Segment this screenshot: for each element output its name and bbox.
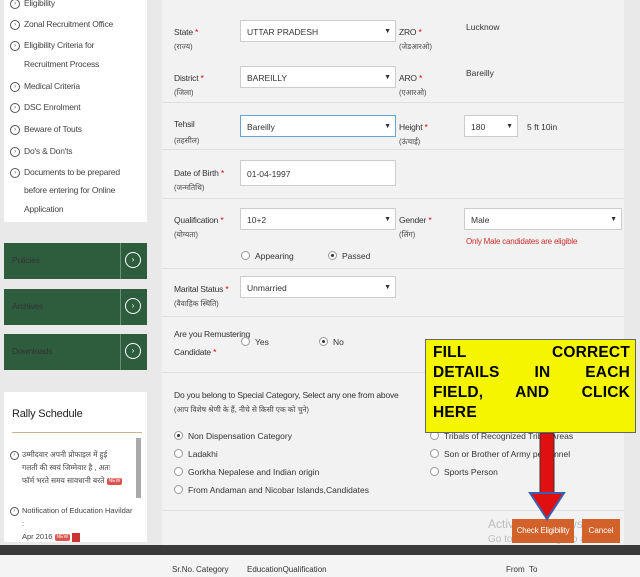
cancel-button[interactable]: Cancel bbox=[582, 519, 620, 543]
qualification-select[interactable]: 10+2 ▼ bbox=[240, 208, 396, 230]
height-select[interactable]: 180 ▼ bbox=[464, 115, 518, 137]
district-select[interactable]: BAREILLY ▼ bbox=[240, 66, 396, 88]
caret-down-icon: ▼ bbox=[506, 123, 513, 130]
radio-sports-person[interactable]: Sports Person bbox=[430, 467, 498, 477]
divider bbox=[120, 289, 121, 325]
column-header-education: EducationQualification bbox=[247, 565, 327, 574]
column-header-srno: Sr.No. bbox=[172, 565, 195, 574]
radio-remustering-no[interactable]: No bbox=[319, 337, 344, 347]
chevron-right-icon: › bbox=[10, 451, 19, 460]
column-header-category: Category bbox=[196, 565, 229, 574]
caret-down-icon: ▼ bbox=[384, 123, 391, 130]
rally-schedule-panel: Rally Schedule › उम्मीदवार अपनी प्रोफाइल… bbox=[4, 392, 147, 542]
chevron-right-icon: › bbox=[125, 298, 141, 314]
divider bbox=[120, 243, 121, 279]
divider bbox=[12, 432, 142, 433]
state-select[interactable]: UTTAR PRADESH ▼ bbox=[240, 20, 396, 42]
tehsil-label: Tehsil bbox=[174, 119, 195, 129]
column-header-to: To bbox=[529, 565, 538, 574]
marital-label: Marital Status * bbox=[174, 284, 229, 294]
sidebar-menu: › Eligibility › Zonal Recruitment Office ›… bbox=[4, 0, 147, 222]
state-label: State * bbox=[174, 27, 199, 37]
chevron-right-icon: › bbox=[10, 41, 20, 51]
chevron-right-icon: › bbox=[10, 103, 20, 113]
district-label: District * bbox=[174, 73, 204, 83]
sidebar: › Eligibility › Zonal Recruitment Office ›… bbox=[0, 0, 152, 545]
downloads-button[interactable]: Downloads › bbox=[4, 334, 147, 370]
aro-label: ARO * bbox=[399, 73, 423, 83]
chevron-right-icon: › bbox=[125, 252, 141, 268]
chevron-right-icon: › bbox=[125, 343, 141, 359]
chevron-right-icon: › bbox=[10, 125, 20, 135]
radio-ladakhi[interactable]: Ladakhi bbox=[174, 449, 218, 459]
new-badge: NEW bbox=[54, 533, 71, 541]
height-label-hindi: (ऊंचाई) bbox=[399, 137, 421, 146]
archives-button[interactable]: Archives › bbox=[4, 289, 147, 325]
radio-passed[interactable]: Passed bbox=[328, 251, 370, 261]
zro-label: ZRO * bbox=[399, 27, 422, 37]
divider bbox=[0, 545, 640, 555]
height-label: Height * bbox=[399, 122, 428, 132]
marital-label-hindi: (वैवाहिक स्थिति) bbox=[174, 299, 219, 308]
aro-label-hindi: (एआरओ) bbox=[399, 88, 427, 97]
divider bbox=[162, 102, 624, 103]
gender-label-hindi: (लिंग) bbox=[399, 230, 416, 239]
pdf-icon bbox=[72, 532, 81, 542]
dob-label: Date of Birth * bbox=[174, 168, 224, 178]
zro-label-hindi: (जेडआरओ) bbox=[399, 42, 432, 51]
new-badge: NEW bbox=[106, 477, 123, 485]
district-label-hindi: (जिला) bbox=[174, 88, 194, 97]
chevron-right-icon: › bbox=[10, 507, 19, 516]
caret-down-icon: ▼ bbox=[384, 216, 391, 223]
gender-hint: Only Male candidates are eligible bbox=[466, 237, 578, 246]
caret-down-icon: ▼ bbox=[610, 216, 617, 223]
column-header-from: From bbox=[506, 565, 525, 574]
chevron-right-icon: › bbox=[10, 168, 20, 178]
divider bbox=[162, 316, 624, 317]
divider bbox=[120, 334, 121, 370]
check-eligibility-button[interactable]: Check Eligibility bbox=[512, 519, 574, 543]
zro-value: Lucknow bbox=[466, 22, 500, 32]
caret-down-icon: ▼ bbox=[384, 74, 391, 81]
chevron-right-icon: › bbox=[10, 20, 20, 30]
tehsil-label-hindi: (तहसील) bbox=[174, 136, 200, 145]
height-converted: 5 ft 10in bbox=[527, 122, 558, 132]
gender-label: Gender * bbox=[399, 215, 432, 225]
divider bbox=[162, 198, 624, 199]
radio-remustering-yes[interactable]: Yes bbox=[241, 337, 269, 347]
chevron-right-icon: › bbox=[10, 82, 20, 92]
rally-schedule-title: Rally Schedule bbox=[12, 408, 83, 420]
radio-andaman[interactable]: From Andaman and Nicobar Islands,Candida… bbox=[174, 485, 369, 495]
qualification-label: Qualification * bbox=[174, 215, 224, 225]
policies-button[interactable]: Policies › bbox=[4, 243, 147, 279]
radio-appearing[interactable]: Appearing bbox=[241, 251, 294, 261]
radio-gorkha[interactable]: Gorkha Nepalese and Indian origin bbox=[174, 467, 319, 477]
tehsil-select[interactable]: Bareilly ▼ bbox=[240, 115, 396, 137]
state-label-hindi: (राज्य) bbox=[174, 42, 193, 51]
scrollbar[interactable] bbox=[136, 438, 141, 498]
dob-input[interactable]: 01-04-1997 bbox=[240, 160, 396, 186]
dob-label-hindi: (जन्मतिथि) bbox=[174, 183, 205, 192]
down-arrow-icon bbox=[528, 433, 566, 521]
instruction-callout: FILL CORRECT DETAILS IN EACH FIELD, AND … bbox=[425, 339, 636, 433]
radio-non-dispensation[interactable]: Non Dispensation Category bbox=[174, 431, 292, 441]
remustering-label-line2: Candidate * bbox=[174, 347, 217, 357]
aro-value: Bareilly bbox=[466, 68, 494, 78]
gender-select[interactable]: Male ▼ bbox=[464, 208, 622, 230]
divider bbox=[162, 268, 624, 269]
marital-status-select[interactable]: Unmarried ▼ bbox=[240, 276, 396, 298]
remustering-label: Are you Remustering bbox=[174, 329, 251, 339]
special-category-question: Do you belong to Special Category, Selec… bbox=[174, 390, 399, 400]
qualification-label-hindi: (योग्यता) bbox=[174, 230, 198, 239]
divider bbox=[162, 149, 624, 150]
caret-down-icon: ▼ bbox=[384, 284, 391, 291]
chevron-right-icon: › bbox=[10, 0, 20, 9]
chevron-right-icon: › bbox=[10, 147, 20, 157]
special-category-question-hindi: (आप विशेष श्रेणी के हैं, नीचे से किसी एक… bbox=[174, 405, 309, 414]
caret-down-icon: ▼ bbox=[384, 28, 391, 35]
